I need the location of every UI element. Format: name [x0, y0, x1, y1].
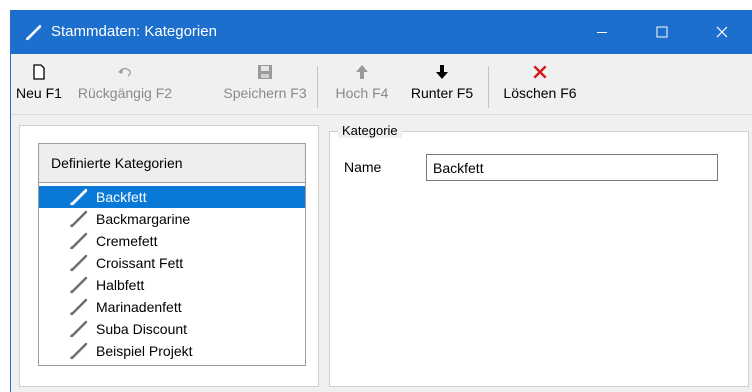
up-label: Hoch F4	[335, 85, 389, 101]
new-document-icon	[32, 60, 46, 84]
list-item[interactable]: Croissant Fett	[39, 252, 305, 274]
maximize-button[interactable]	[639, 10, 685, 54]
pencil-icon	[69, 187, 91, 207]
pencil-icon	[69, 253, 91, 273]
toolbar: Neu F1 Rückgängig F2 Speichern F3 Hoch F…	[11, 54, 752, 114]
new-label: Neu F1	[16, 85, 62, 101]
close-button[interactable]	[699, 10, 745, 54]
list-item-label: Marinadenfett	[96, 299, 182, 315]
category-list[interactable]: Backfett Backmargarine Cremefett Croissant …	[38, 183, 306, 366]
list-item-label: Backfett	[96, 189, 147, 205]
delete-x-icon	[533, 60, 547, 84]
list-item[interactable]: Beispiel Projekt	[39, 340, 305, 362]
new-button[interactable]: Neu F1	[11, 54, 67, 114]
name-label: Name	[344, 159, 382, 175]
window: Stammdaten: Kategorien Neu F1 Rückgängig…	[10, 10, 752, 392]
list-item-label: Backmargarine	[96, 211, 191, 227]
save-button[interactable]: Speichern F3	[209, 54, 321, 114]
minimize-button[interactable]	[579, 10, 625, 54]
minimize-icon	[597, 32, 607, 33]
close-icon	[716, 26, 728, 38]
name-field[interactable]	[426, 154, 718, 181]
pencil-icon	[69, 209, 91, 229]
pencil-icon	[69, 341, 91, 361]
list-item[interactable]: Backmargarine	[39, 208, 305, 230]
title-bar[interactable]: Stammdaten: Kategorien	[11, 10, 752, 54]
list-item[interactable]: Halbfett	[39, 274, 305, 296]
maximize-icon	[656, 26, 668, 38]
list-item[interactable]: Backfett	[39, 186, 305, 208]
list-header[interactable]: Definierte Kategorien	[38, 143, 306, 183]
delete-label: Löschen F6	[503, 85, 577, 101]
down-button[interactable]: Runter F5	[401, 54, 483, 114]
arrow-down-icon	[435, 60, 449, 84]
delete-button[interactable]: Löschen F6	[494, 54, 586, 114]
list-item-label: Halbfett	[96, 277, 145, 293]
window-title: Stammdaten: Kategorien	[51, 23, 217, 40]
pencil-icon	[69, 231, 91, 251]
undo-icon	[116, 60, 134, 84]
save-disk-icon	[257, 60, 273, 84]
list-header-label: Definierte Kategorien	[51, 155, 183, 171]
content-area: Definierte Kategorien Backfett Backmargar…	[11, 114, 752, 392]
pencil-icon	[69, 275, 91, 295]
down-label: Runter F5	[410, 85, 474, 101]
up-button[interactable]: Hoch F4	[327, 54, 397, 114]
category-list-panel: Definierte Kategorien Backfett Backmargar…	[19, 125, 319, 387]
pencil-icon	[25, 23, 43, 41]
save-label: Speichern F3	[223, 85, 307, 101]
pencil-icon	[69, 297, 91, 317]
list-item-label: Beispiel Projekt	[96, 343, 193, 359]
list-item-label: Croissant Fett	[96, 255, 184, 271]
list-item[interactable]: Suba Discount	[39, 318, 305, 340]
arrow-up-icon	[355, 60, 369, 84]
list-item[interactable]: Marinadenfett	[39, 296, 305, 318]
undo-button[interactable]: Rückgängig F2	[69, 54, 181, 114]
toolbar-separator	[488, 66, 489, 108]
toolbar-separator	[317, 66, 318, 108]
category-groupbox: Kategorie Name	[329, 123, 749, 387]
pencil-icon	[69, 319, 91, 339]
list-item-label: Cremefett	[96, 233, 158, 249]
list-item[interactable]: Cremefett	[39, 230, 305, 252]
undo-label: Rückgängig F2	[77, 85, 173, 101]
group-title: Kategorie	[338, 123, 402, 138]
list-item-label: Suba Discount	[96, 321, 188, 337]
